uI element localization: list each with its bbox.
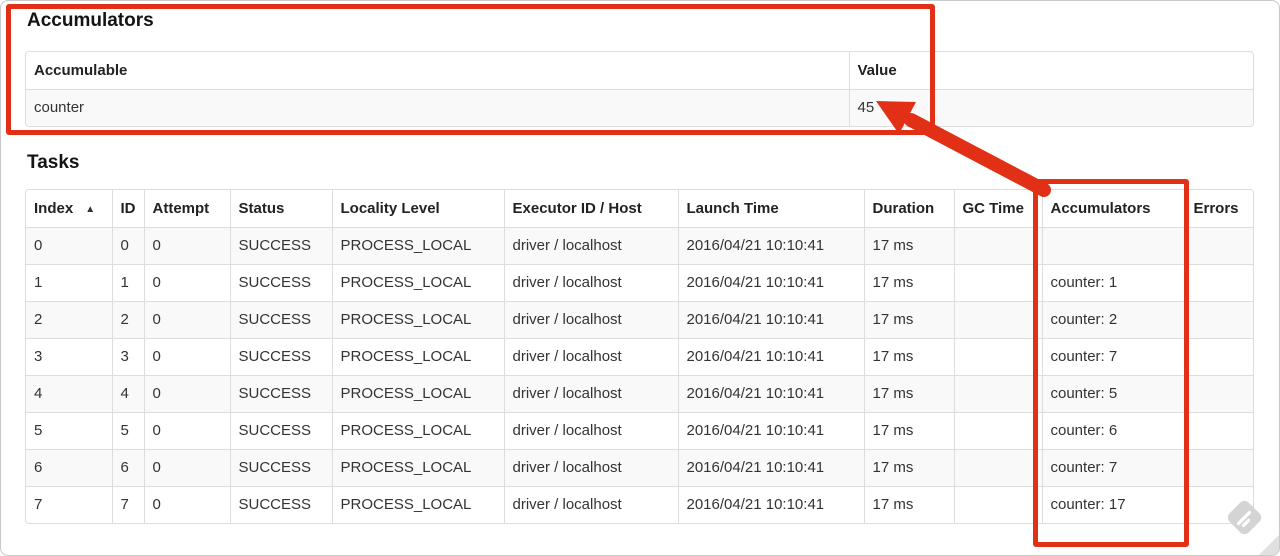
duration-cell: 17 ms [864,338,955,376]
gc-time-cell [954,264,1043,302]
errors-cell [1185,486,1253,523]
id-cell: 1 [112,264,145,302]
index-column-header[interactable]: Index ▲ [26,190,113,228]
status-column-header[interactable]: Status [230,190,333,228]
locality-cell: PROCESS_LOCAL [332,412,505,450]
launch-time-cell: 2016/04/21 10:10:41 [678,264,865,302]
index-cell: 2 [26,301,113,339]
gc-time-cell [954,486,1043,523]
locality-cell: PROCESS_LOCAL [332,301,505,339]
launch-time-column-header[interactable]: Launch Time [678,190,865,228]
launch-time-cell: 2016/04/21 10:10:41 [678,375,865,413]
duration-cell: 17 ms [864,227,955,265]
errors-column-header[interactable]: Errors [1185,190,1253,228]
id-cell: 4 [112,375,145,413]
attempt-cell: 0 [144,338,231,376]
attempt-column-header[interactable]: Attempt [144,190,231,228]
launch-time-cell: 2016/04/21 10:10:41 [678,449,865,487]
status-cell: SUCCESS [230,449,333,487]
gc-time-cell [954,301,1043,339]
locality-cell: PROCESS_LOCAL [332,338,505,376]
executor-cell: driver / localhost [504,449,679,487]
attempt-cell: 0 [144,375,231,413]
executor-cell: driver / localhost [504,264,679,302]
index-header-label: Index [34,199,74,217]
status-cell: SUCCESS [230,227,333,265]
annotation-box-accumulators-column [1033,179,1189,547]
executor-cell: driver / localhost [504,375,679,413]
corner-artifact [1259,535,1279,555]
executor-cell: driver / localhost [504,412,679,450]
attempt-cell: 0 [144,412,231,450]
status-cell: SUCCESS [230,301,333,339]
sort-ascending-icon: ▲ [85,203,96,215]
errors-cell [1185,264,1253,302]
gc-time-column-header[interactable]: GC Time [954,190,1043,228]
locality-cell: PROCESS_LOCAL [332,486,505,523]
id-cell: 7 [112,486,145,523]
index-cell: 4 [26,375,113,413]
launch-time-cell: 2016/04/21 10:10:41 [678,301,865,339]
errors-cell [1185,449,1253,487]
launch-time-cell: 2016/04/21 10:10:41 [678,227,865,265]
annotation-box-accumulators-section [6,4,935,135]
errors-cell [1185,338,1253,376]
executor-id-host-column-header[interactable]: Executor ID / Host [504,190,679,228]
gc-time-cell [954,412,1043,450]
duration-column-header[interactable]: Duration [864,190,955,228]
attempt-cell: 0 [144,301,231,339]
errors-cell [1185,301,1253,339]
executor-cell: driver / localhost [504,486,679,523]
index-cell: 7 [26,486,113,523]
duration-cell: 17 ms [864,412,955,450]
duration-cell: 17 ms [864,486,955,523]
locality-cell: PROCESS_LOCAL [332,449,505,487]
executor-cell: driver / localhost [504,301,679,339]
launch-time-cell: 2016/04/21 10:10:41 [678,486,865,523]
executor-cell: driver / localhost [504,338,679,376]
duration-cell: 17 ms [864,264,955,302]
launch-time-cell: 2016/04/21 10:10:41 [678,412,865,450]
status-cell: SUCCESS [230,338,333,376]
attempt-cell: 0 [144,486,231,523]
launch-time-cell: 2016/04/21 10:10:41 [678,338,865,376]
index-cell: 6 [26,449,113,487]
gc-time-cell [954,449,1043,487]
duration-cell: 17 ms [864,375,955,413]
gc-time-cell [954,375,1043,413]
index-cell: 1 [26,264,113,302]
gc-time-cell [954,338,1043,376]
status-cell: SUCCESS [230,486,333,523]
id-column-header[interactable]: ID [112,190,145,228]
status-cell: SUCCESS [230,264,333,302]
duration-cell: 17 ms [864,301,955,339]
attempt-cell: 0 [144,264,231,302]
index-cell: 3 [26,338,113,376]
status-cell: SUCCESS [230,375,333,413]
id-cell: 2 [112,301,145,339]
executor-cell: driver / localhost [504,227,679,265]
locality-cell: PROCESS_LOCAL [332,375,505,413]
id-cell: 0 [112,227,145,265]
id-cell: 6 [112,449,145,487]
id-cell: 5 [112,412,145,450]
locality-level-column-header[interactable]: Locality Level [332,190,505,228]
duration-cell: 17 ms [864,449,955,487]
spark-ui-page: Accumulators Accumulable Value counter 4… [0,0,1280,556]
index-cell: 0 [26,227,113,265]
attempt-cell: 0 [144,227,231,265]
errors-cell [1185,375,1253,413]
gc-time-cell [954,227,1043,265]
id-cell: 3 [112,338,145,376]
tasks-heading: Tasks [27,152,80,173]
locality-cell: PROCESS_LOCAL [332,227,505,265]
errors-cell [1185,412,1253,450]
status-cell: SUCCESS [230,412,333,450]
errors-cell [1185,227,1253,265]
index-cell: 5 [26,412,113,450]
attempt-cell: 0 [144,449,231,487]
locality-cell: PROCESS_LOCAL [332,264,505,302]
